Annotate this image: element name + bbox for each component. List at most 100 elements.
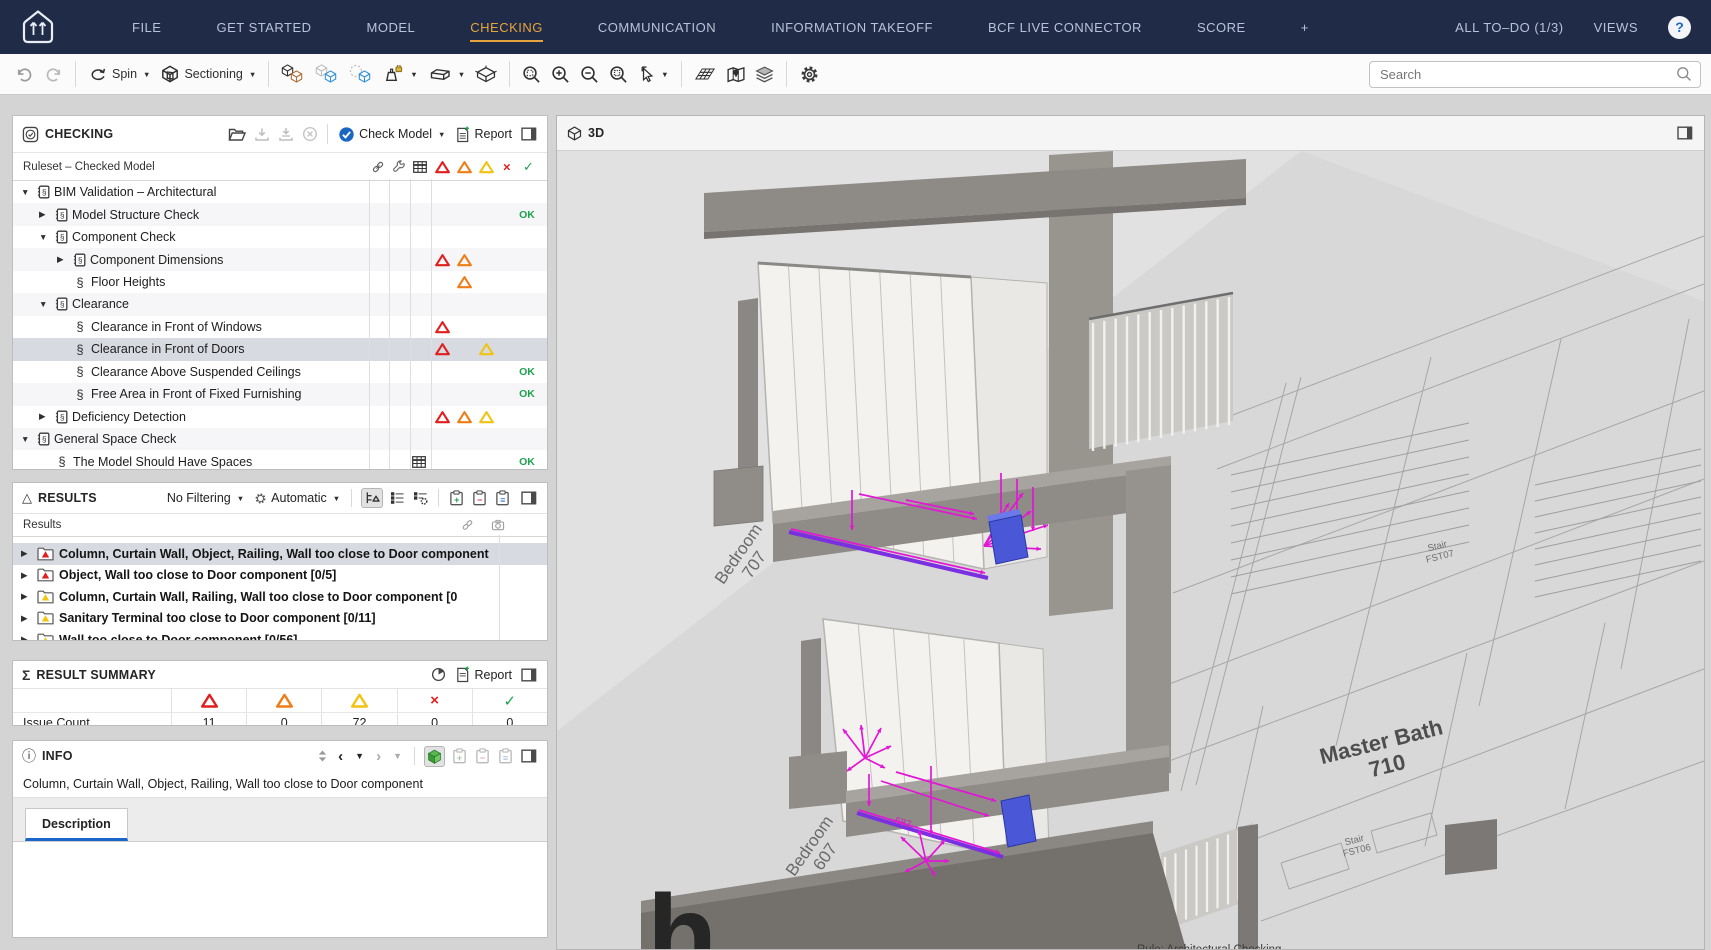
tree-row[interactable]: §The Model Should Have SpacesOK bbox=[13, 450, 547, 470]
pick-tool-button[interactable]: ▼ bbox=[633, 62, 673, 87]
map-button[interactable] bbox=[722, 62, 750, 87]
check-model-button[interactable]: Check Model ▼ bbox=[336, 124, 447, 145]
list-settings-button[interactable] bbox=[412, 490, 429, 506]
nav-item-get-started[interactable]: GET STARTED bbox=[216, 20, 311, 35]
undo-button[interactable] bbox=[10, 62, 39, 87]
maximize-panel-icon[interactable] bbox=[520, 490, 538, 506]
expander-icon[interactable]: ▶ bbox=[21, 591, 37, 602]
accepted-icon[interactable]: ✓ bbox=[523, 159, 534, 175]
app-logo[interactable] bbox=[16, 9, 60, 45]
severity-low-icon[interactable] bbox=[479, 160, 494, 173]
nav-item-score[interactable]: SCORE bbox=[1197, 20, 1246, 35]
nav-item-[interactable]: + bbox=[1301, 20, 1309, 35]
zoom-out-button[interactable] bbox=[575, 61, 604, 88]
result-row[interactable]: ▶Object, Wall too close to Door componen… bbox=[13, 565, 547, 587]
table-icon[interactable] bbox=[413, 161, 427, 173]
expander-icon[interactable]: ▶ bbox=[57, 254, 73, 265]
tab-description[interactable]: Description bbox=[25, 808, 128, 841]
maximize-panel-icon[interactable] bbox=[520, 126, 538, 142]
nav-item-information-takeoff[interactable]: INFORMATION TAKEOFF bbox=[771, 20, 933, 35]
show-selected-components-button[interactable] bbox=[310, 60, 344, 88]
result-row[interactable]: ▶Column, Curtain Wall, Railing, Wall too… bbox=[13, 586, 547, 608]
rejected-icon[interactable]: × bbox=[503, 159, 511, 174]
expander-icon[interactable]: ▶ bbox=[21, 634, 37, 641]
maximize-panel-icon[interactable] bbox=[1676, 125, 1694, 141]
expander-icon[interactable]: ▼ bbox=[21, 434, 37, 444]
reject-button[interactable]: − bbox=[471, 489, 488, 507]
expander-icon[interactable]: ▼ bbox=[39, 299, 55, 309]
zoom-fit-button[interactable] bbox=[517, 61, 546, 88]
reject-button-disabled[interactable]: − bbox=[474, 747, 491, 765]
show-components-button[interactable] bbox=[276, 60, 310, 88]
result-row[interactable]: ▶Wall too close to Door component [0/56] bbox=[13, 629, 547, 641]
filtering-dropdown[interactable]: No Filtering ▼ bbox=[165, 489, 246, 507]
hide-unselected-button[interactable] bbox=[344, 60, 378, 88]
tree-row[interactable]: §Floor Heights bbox=[13, 271, 547, 293]
spin-button[interactable]: Spin ▼ bbox=[83, 62, 155, 87]
summary-report-button[interactable]: Report bbox=[453, 664, 514, 685]
zoom-in-button[interactable] bbox=[546, 61, 575, 88]
import-all-button[interactable] bbox=[277, 126, 295, 143]
annotate-button[interactable]: ≡ bbox=[494, 489, 511, 507]
prev-dropdown[interactable]: ▼ bbox=[352, 751, 367, 761]
severity-critical-icon[interactable] bbox=[435, 160, 450, 173]
expander-icon[interactable]: ▶ bbox=[21, 613, 37, 624]
tree-row[interactable]: ▼§General Space Check bbox=[13, 428, 547, 450]
expander-icon[interactable]: ▼ bbox=[39, 232, 55, 242]
camera-icon[interactable] bbox=[491, 519, 505, 531]
nav-views[interactable]: VIEWS bbox=[1594, 20, 1638, 35]
severity-moderate-icon[interactable] bbox=[457, 160, 472, 173]
link-icon[interactable] bbox=[461, 519, 474, 532]
expander-icon[interactable]: ▶ bbox=[21, 548, 37, 559]
redo-button[interactable] bbox=[39, 62, 68, 87]
tree-row[interactable]: §Clearance in Front of Doors bbox=[13, 338, 547, 360]
markup-box-button[interactable]: ▼ bbox=[423, 62, 470, 87]
tree-row[interactable]: §Free Area in Front of Fixed FurnishingO… bbox=[13, 383, 547, 405]
result-row[interactable]: ▶Sanitary Terminal too close to Door com… bbox=[13, 608, 547, 630]
expander-icon[interactable]: ▶ bbox=[21, 570, 37, 581]
show-in-3d-button[interactable] bbox=[424, 746, 445, 767]
layers-button[interactable] bbox=[750, 62, 779, 87]
result-row[interactable]: ▶Column, Curtain Wall, Object, Railing, … bbox=[13, 543, 547, 565]
link-icon[interactable] bbox=[371, 160, 385, 174]
annotate-button-disabled[interactable]: ≡ bbox=[497, 747, 514, 765]
tree-row[interactable]: §Clearance in Front of Windows bbox=[13, 316, 547, 338]
list-view-button[interactable] bbox=[389, 490, 406, 506]
nav-item-model[interactable]: MODEL bbox=[367, 20, 416, 35]
close-ruleset-button[interactable] bbox=[301, 125, 319, 143]
next-issue-button[interactable]: › bbox=[373, 748, 384, 765]
tree-row[interactable]: ▶§Component Dimensions bbox=[13, 248, 547, 270]
wrench-icon[interactable] bbox=[392, 160, 406, 174]
open-ruleset-button[interactable] bbox=[227, 126, 247, 143]
tree-row[interactable]: ▼§Component Check bbox=[13, 226, 547, 248]
sort-button[interactable] bbox=[316, 748, 329, 764]
tree-row[interactable]: §Clearance Above Suspended CeilingsOK bbox=[13, 361, 547, 383]
maximize-panel-icon[interactable] bbox=[520, 748, 538, 764]
next-dropdown[interactable]: ▼ bbox=[390, 751, 405, 761]
accept-button[interactable]: + bbox=[448, 489, 465, 507]
floor-plan-button[interactable] bbox=[689, 62, 722, 86]
nav-item-bcf-live-connector[interactable]: BCF LIVE CONNECTOR bbox=[988, 20, 1142, 35]
tree-row[interactable]: ▼§Clearance bbox=[13, 293, 547, 315]
colorize-button[interactable]: ▼ bbox=[378, 61, 422, 88]
help-button[interactable]: ? bbox=[1668, 16, 1691, 39]
nav-item-communication[interactable]: COMMUNICATION bbox=[598, 20, 716, 35]
maximize-panel-icon[interactable] bbox=[520, 667, 538, 683]
pie-chart-button[interactable] bbox=[430, 666, 447, 683]
automatic-dropdown[interactable]: Automatic ▼ bbox=[252, 489, 342, 507]
nav-item-file[interactable]: FILE bbox=[132, 20, 161, 35]
expander-icon[interactable]: ▶ bbox=[39, 411, 55, 422]
settings-button[interactable] bbox=[794, 60, 825, 89]
accept-button-disabled[interactable]: + bbox=[451, 747, 468, 765]
nav-item-checking[interactable]: CHECKING bbox=[470, 20, 543, 42]
tree-row[interactable]: ▶§Deficiency Detection bbox=[13, 406, 547, 428]
expander-icon[interactable]: ▶ bbox=[39, 209, 55, 220]
section-box-button[interactable] bbox=[470, 61, 502, 88]
tree-row[interactable]: ▶§Model Structure CheckOK bbox=[13, 203, 547, 225]
search-input[interactable] bbox=[1378, 66, 1670, 83]
tree-row[interactable]: ▼§BIM Validation – Architectural bbox=[13, 181, 547, 203]
nav-all-todo[interactable]: ALL TO–DO (1/3) bbox=[1455, 20, 1563, 35]
prev-issue-button[interactable]: ‹ bbox=[335, 748, 346, 765]
expander-icon[interactable]: ▼ bbox=[21, 187, 37, 197]
sectioning-button[interactable]: Sectioning ▼ bbox=[155, 61, 261, 87]
